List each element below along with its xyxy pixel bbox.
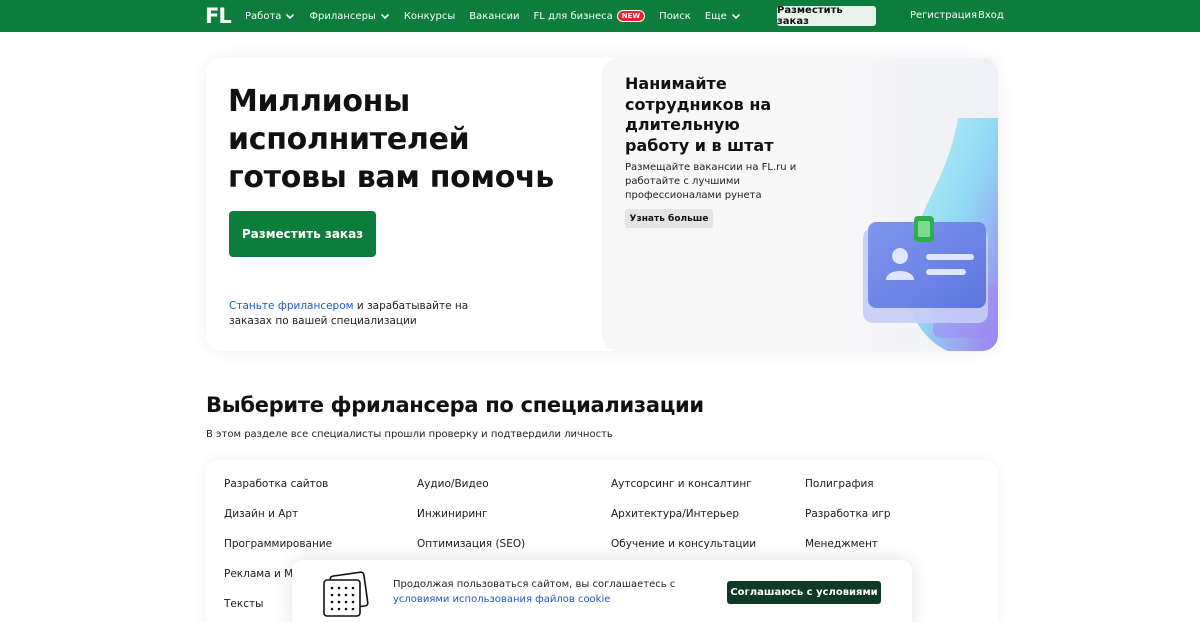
hero-post-order-button[interactable]: Разместить заказ xyxy=(229,211,376,257)
category-link[interactable]: Аутсорсинг и консалтинг xyxy=(611,478,752,490)
category-link[interactable]: Менеджмент xyxy=(805,538,878,550)
nav-item-vacancies[interactable]: Вакансии xyxy=(469,11,519,22)
fl-logo[interactable]: FL xyxy=(205,4,232,28)
category-link[interactable]: Оптимизация (SEO) xyxy=(417,538,525,550)
chevron-down-icon xyxy=(380,11,390,21)
hero-card: Миллионы исполнителей готовы вам помочь … xyxy=(206,58,998,351)
main-nav: Работа Фрилансеры Конкурсы Вакансии FL д… xyxy=(245,0,755,32)
nav-label: Вакансии xyxy=(469,10,520,22)
category-link[interactable]: Полиграфия xyxy=(805,478,874,490)
cookie-text: Продолжая пользоваться сайтом, вы соглаш… xyxy=(393,577,693,607)
nav-item-search[interactable]: Поиск xyxy=(659,11,691,22)
cookie-icon xyxy=(323,571,369,617)
category-link[interactable]: Разработка сайтов xyxy=(224,478,328,490)
category-link[interactable]: Дизайн и Арт xyxy=(224,508,298,520)
new-badge: NEW xyxy=(616,10,646,22)
category-link[interactable]: Архитектура/Интерьер xyxy=(611,508,739,520)
category-link[interactable]: Обучение и консультации xyxy=(611,538,756,550)
category-link[interactable]: Программирование xyxy=(224,538,332,550)
hero-left-panel: Миллионы исполнителей готовы вам помочь … xyxy=(206,58,602,351)
nav-item-freelancers[interactable]: Фрилансеры xyxy=(309,11,389,22)
category-link[interactable]: Аудио/Видео xyxy=(417,478,489,490)
specializations-title: Выберите фрилансера по специализации xyxy=(206,393,704,417)
nav-label: Фрилансеры xyxy=(309,10,376,22)
hero-title: Миллионы исполнителей готовы вам помочь xyxy=(228,84,554,195)
learn-more-button[interactable]: Узнать больше xyxy=(625,209,713,228)
nav-label: Поиск xyxy=(659,10,691,22)
hire-promo-panel: Нанимайте сотрудников на длительную рабо… xyxy=(602,58,998,351)
become-freelancer-link[interactable]: Станьте фрилансером xyxy=(229,300,354,312)
promo-title: Нанимайте сотрудников на длительную рабо… xyxy=(625,74,774,155)
top-navbar: FL Работа Фрилансеры Конкурсы Вакансии F… xyxy=(0,0,1200,32)
cookie-terms-link[interactable]: условиями использования файлов cookie xyxy=(393,594,610,605)
chevron-down-icon xyxy=(285,11,295,21)
promo-text: Размещайте вакансии на FL.ru и работайте… xyxy=(625,162,797,201)
become-freelancer-text: Станьте фрилансером и зарабатывайте на з… xyxy=(229,299,489,329)
cookie-message: Продолжая пользоваться сайтом, вы соглаш… xyxy=(393,579,676,590)
accept-cookies-button[interactable]: Соглашаюсь с условиями xyxy=(727,581,881,604)
category-link[interactable]: Тексты xyxy=(224,598,263,610)
id-badge-illustration xyxy=(863,118,998,351)
nav-item-work[interactable]: Работа xyxy=(245,11,295,22)
nav-item-fl-business[interactable]: FL для бизнеса NEW xyxy=(533,10,646,22)
nav-label: Работа xyxy=(245,10,282,22)
login-link[interactable]: Вход xyxy=(978,10,1004,21)
category-link[interactable]: Инжиниринг xyxy=(417,508,488,520)
nav-label: Еще xyxy=(704,10,727,22)
nav-item-more[interactable]: Еще xyxy=(705,11,741,22)
nav-label: Конкурсы xyxy=(403,10,456,22)
category-link[interactable]: Разработка игр xyxy=(805,508,891,520)
nav-item-contests[interactable]: Конкурсы xyxy=(404,11,455,22)
cookie-banner: Продолжая пользоваться сайтом, вы соглаш… xyxy=(292,560,912,622)
specializations-subtitle: В этом разделе все специалисты прошли пр… xyxy=(206,429,613,440)
register-link[interactable]: Регистрация xyxy=(910,10,977,21)
header-post-order-button[interactable]: Разместить заказ xyxy=(777,5,876,27)
chevron-down-icon xyxy=(731,11,741,21)
nav-label: FL для бизнеса xyxy=(533,10,613,22)
